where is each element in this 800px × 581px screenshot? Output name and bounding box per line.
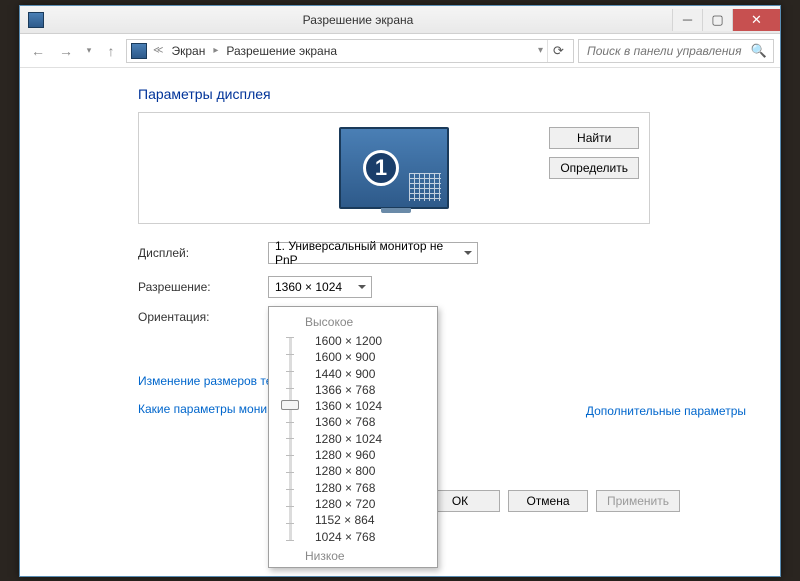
resolution-select-value: 1360 × 1024 — [275, 280, 342, 294]
resolution-select[interactable]: 1360 × 1024 — [268, 276, 372, 298]
section-title: Параметры дисплея — [138, 86, 780, 102]
resolution-options: 1600 × 12001600 × 9001440 × 9001366 × 76… — [313, 333, 429, 545]
find-button[interactable]: Найти — [549, 127, 639, 149]
resolution-option[interactable]: 1600 × 1200 — [313, 333, 429, 349]
breadcrumb-item-resolution[interactable]: Разрешение экрана — [222, 42, 341, 60]
breadcrumb[interactable]: ≪ Экран ▸ Разрешение экрана ▾ ⟳ — [126, 39, 574, 63]
display-select-value: 1. Универсальный монитор не PnP — [275, 239, 459, 267]
navbar: ← → ▾ ↑ ≪ Экран ▸ Разрешение экрана ▾ ⟳ … — [20, 34, 780, 68]
detect-button[interactable]: Определить — [549, 157, 639, 179]
search-box: 🔍 — [578, 39, 774, 63]
window-title: Разрешение экрана — [44, 13, 672, 27]
orientation-label: Ориентация: — [138, 310, 268, 324]
resolution-dropdown: Высокое 1600 × 12001600 × 9001440 × 9001 — [268, 306, 438, 568]
close-button[interactable]: ✕ — [732, 9, 780, 31]
dropdown-high-label: Высокое — [305, 315, 429, 329]
refresh-button[interactable]: ⟳ — [547, 40, 569, 62]
search-icon[interactable]: 🔍 — [751, 43, 767, 59]
breadcrumb-item-screen[interactable]: Экран — [167, 42, 209, 60]
app-icon — [28, 12, 44, 28]
window-controls: ─ ▢ ✕ — [672, 9, 780, 31]
search-input[interactable] — [585, 43, 751, 59]
resolution-slider[interactable] — [277, 333, 303, 545]
resolution-option[interactable]: 1280 × 800 — [313, 463, 429, 479]
display-label: Дисплей: — [138, 246, 268, 260]
location-icon — [131, 43, 147, 59]
apply-button[interactable]: Применить — [596, 490, 680, 512]
resolution-option[interactable]: 1600 × 900 — [313, 349, 429, 365]
resolution-option[interactable]: 1440 × 900 — [313, 366, 429, 382]
resolution-label: Разрешение: — [138, 280, 268, 294]
back-button[interactable]: ← — [26, 39, 50, 63]
breadcrumb-dropdown-icon[interactable]: ▾ — [536, 45, 545, 56]
slider-thumb[interactable] — [281, 400, 299, 410]
cancel-button[interactable]: Отмена — [508, 490, 588, 512]
minimize-button[interactable]: ─ — [672, 9, 702, 31]
maximize-button[interactable]: ▢ — [702, 9, 732, 31]
monitor-panel: 1 Найти Определить — [138, 112, 650, 224]
resolution-option[interactable]: 1280 × 960 — [313, 447, 429, 463]
monitor-number-badge: 1 — [363, 150, 399, 186]
resolution-option[interactable]: 1024 × 768 — [313, 529, 429, 545]
resolution-option[interactable]: 1360 × 1024 — [313, 398, 429, 414]
window: Разрешение экрана ─ ▢ ✕ ← → ▾ ↑ ≪ Экран … — [19, 5, 781, 577]
titlebar: Разрешение экрана ─ ▢ ✕ — [20, 6, 780, 34]
display-select[interactable]: 1. Универсальный монитор не PnP — [268, 242, 478, 264]
resolution-option[interactable]: 1280 × 768 — [313, 480, 429, 496]
resolution-option[interactable]: 1152 × 864 — [313, 512, 429, 528]
monitor-preview[interactable]: 1 — [339, 127, 449, 209]
resize-link[interactable]: Изменение размеров те — [138, 374, 780, 388]
forward-button[interactable]: → — [54, 39, 78, 63]
resolution-option[interactable]: 1280 × 1024 — [313, 431, 429, 447]
resolution-option[interactable]: 1366 × 768 — [313, 382, 429, 398]
breadcrumb-chevron-icon: ▸ — [211, 45, 220, 56]
monitor-grid-icon — [409, 173, 441, 201]
resolution-option[interactable]: 1280 × 720 — [313, 496, 429, 512]
resolution-option[interactable]: 1360 × 768 — [313, 414, 429, 430]
breadcrumb-chevron-icon: ≪ — [151, 45, 165, 56]
advanced-link[interactable]: Дополнительные параметры — [586, 404, 746, 418]
settings-form: Дисплей: 1. Универсальный монитор не PnP… — [138, 242, 780, 324]
history-dropdown-button[interactable]: ▾ — [82, 39, 96, 63]
dropdown-low-label: Низкое — [305, 549, 429, 563]
up-button[interactable]: ↑ — [100, 40, 122, 62]
dialog-buttons: ОК Отмена Применить — [420, 490, 680, 512]
